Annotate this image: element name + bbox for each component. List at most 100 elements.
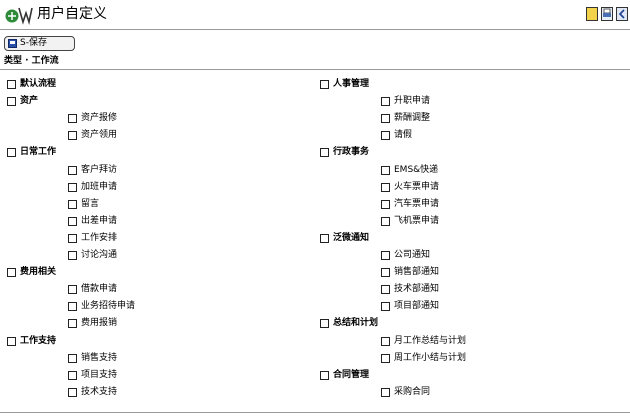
workflow-item[interactable]: 销售部通知 bbox=[381, 266, 439, 278]
workflow-checkbox[interactable] bbox=[68, 250, 77, 260]
workflow-checkbox[interactable] bbox=[381, 216, 390, 226]
footer-divider bbox=[0, 412, 630, 413]
workflow-item[interactable]: 请假 bbox=[381, 129, 412, 141]
category-checkbox[interactable] bbox=[320, 370, 329, 380]
workflow-checkbox[interactable] bbox=[381, 130, 390, 140]
workflow-label: 借款申请 bbox=[81, 284, 118, 294]
workflow-checkbox[interactable] bbox=[381, 353, 390, 363]
category-checkbox[interactable] bbox=[320, 79, 329, 89]
workflow-checkbox[interactable] bbox=[68, 165, 77, 175]
workflow-item[interactable]: 公司通知 bbox=[381, 249, 430, 261]
category-label: 工作支持 bbox=[20, 336, 57, 346]
category-checkbox[interactable] bbox=[7, 267, 16, 277]
category-left-0[interactable]: 默认流程 bbox=[7, 78, 56, 90]
category-label: 泛微通知 bbox=[333, 233, 370, 243]
workflow-label: 请假 bbox=[394, 130, 413, 140]
workflow-checkbox[interactable] bbox=[68, 233, 77, 243]
workflow-item[interactable]: 借款申请 bbox=[68, 283, 117, 295]
category-right-2[interactable]: 泛微通知 bbox=[320, 232, 369, 244]
workflow-item[interactable]: 留言 bbox=[68, 198, 99, 210]
workflow-item[interactable]: 出差申请 bbox=[68, 215, 117, 227]
workflow-item[interactable]: 销售支持 bbox=[68, 352, 117, 364]
workflow-label: 资产报修 bbox=[81, 113, 118, 123]
category-checkbox[interactable] bbox=[7, 147, 16, 157]
workflow-item[interactable]: 汽车票申请 bbox=[381, 198, 439, 210]
category-label: 合同管理 bbox=[333, 370, 370, 380]
back-icon[interactable] bbox=[616, 7, 628, 21]
workflow-checkbox[interactable] bbox=[381, 165, 390, 175]
print-icon[interactable] bbox=[601, 7, 613, 21]
workflow-checkbox[interactable] bbox=[68, 130, 77, 140]
workflow-checkbox[interactable] bbox=[381, 336, 390, 346]
workflow-item[interactable]: 加班申请 bbox=[68, 181, 117, 193]
workflow-checkbox[interactable] bbox=[68, 370, 77, 380]
category-left-3[interactable]: 费用相关 bbox=[7, 266, 56, 278]
workflow-item[interactable]: 资产报修 bbox=[68, 112, 117, 124]
category-right-1[interactable]: 行政事务 bbox=[320, 146, 369, 158]
workflow-checkbox[interactable] bbox=[68, 387, 77, 397]
category-left-1[interactable]: 资产 bbox=[7, 95, 38, 107]
workflow-checkbox[interactable] bbox=[381, 182, 390, 192]
workflow-item[interactable]: 技术部通知 bbox=[381, 283, 439, 295]
workflow-checkbox[interactable] bbox=[68, 284, 77, 294]
workflow-item[interactable]: 薪酬调整 bbox=[381, 112, 430, 124]
category-checkbox[interactable] bbox=[7, 336, 16, 346]
workflow-checkbox[interactable] bbox=[381, 113, 390, 123]
workflow-checkbox[interactable] bbox=[68, 353, 77, 363]
breadcrumb: 类型 · 工作流 bbox=[4, 56, 59, 66]
workflow-checkbox[interactable] bbox=[381, 267, 390, 277]
workflow-item[interactable]: 技术支持 bbox=[68, 386, 117, 398]
category-left-4[interactable]: 工作支持 bbox=[7, 335, 56, 347]
workflow-checkbox[interactable] bbox=[381, 199, 390, 209]
workflow-item[interactable]: 月工作总结与计划 bbox=[381, 335, 466, 347]
workflow-label: EMS&快递 bbox=[394, 165, 439, 175]
workflow-label: 技术支持 bbox=[81, 387, 118, 397]
workflow-item[interactable]: 升职申请 bbox=[381, 95, 430, 107]
category-left-2[interactable]: 日常工作 bbox=[7, 146, 56, 158]
workflow-label: 加班申请 bbox=[81, 182, 118, 192]
category-checkbox[interactable] bbox=[320, 233, 329, 243]
workflow-checkbox[interactable] bbox=[68, 318, 77, 328]
workflow-item[interactable]: 项目部通知 bbox=[381, 300, 439, 312]
category-checkbox[interactable] bbox=[320, 147, 329, 157]
workflow-item[interactable]: 采购合同 bbox=[381, 386, 430, 398]
category-right-0[interactable]: 人事管理 bbox=[320, 78, 369, 90]
category-right-3[interactable]: 总结和计划 bbox=[320, 317, 378, 329]
workflow-item[interactable]: 项目支持 bbox=[68, 369, 117, 381]
workflow-item[interactable]: 飞机票申请 bbox=[381, 215, 439, 227]
category-checkbox[interactable] bbox=[320, 318, 329, 328]
workflow-item[interactable]: EMS&快递 bbox=[381, 164, 438, 176]
workflow-item[interactable]: 周工作小结与计划 bbox=[381, 352, 466, 364]
workflow-label: 公司通知 bbox=[394, 250, 431, 260]
category-checkbox[interactable] bbox=[7, 79, 16, 89]
workflow-item[interactable]: 资产领用 bbox=[68, 129, 117, 141]
folder-icon[interactable] bbox=[586, 7, 598, 21]
category-label: 人事管理 bbox=[333, 79, 370, 89]
workflow-checkbox[interactable] bbox=[68, 113, 77, 123]
workflow-label: 项目部通知 bbox=[394, 301, 440, 311]
workflow-checkbox[interactable] bbox=[381, 250, 390, 260]
category-label: 总结和计划 bbox=[333, 318, 379, 328]
workflow-label: 工作安排 bbox=[81, 233, 118, 243]
workflow-item[interactable]: 业务招待申请 bbox=[68, 300, 135, 312]
workflow-label: 客户拜访 bbox=[81, 165, 118, 175]
workflow-checkbox[interactable] bbox=[381, 301, 390, 311]
workflow-item[interactable]: 工作安排 bbox=[68, 232, 117, 244]
category-checkbox[interactable] bbox=[7, 96, 16, 106]
category-right-4[interactable]: 合同管理 bbox=[320, 369, 369, 381]
workflow-item[interactable]: 火车票申请 bbox=[381, 181, 439, 193]
workflow-checkbox[interactable] bbox=[381, 387, 390, 397]
workflow-checkbox[interactable] bbox=[381, 284, 390, 294]
workflow-item[interactable]: 费用报销 bbox=[68, 317, 117, 329]
workflow-checkbox[interactable] bbox=[68, 182, 77, 192]
save-button[interactable]: S-保存 bbox=[4, 36, 75, 51]
category-label: 资产 bbox=[20, 96, 39, 106]
workflow-label: 薪酬调整 bbox=[394, 113, 431, 123]
workflow-label: 采购合同 bbox=[394, 387, 431, 397]
workflow-item[interactable]: 讨论沟通 bbox=[68, 249, 117, 261]
workflow-checkbox[interactable] bbox=[68, 199, 77, 209]
workflow-checkbox[interactable] bbox=[68, 301, 77, 311]
workflow-checkbox[interactable] bbox=[68, 216, 77, 226]
workflow-checkbox[interactable] bbox=[381, 96, 390, 106]
workflow-item[interactable]: 客户拜访 bbox=[68, 164, 117, 176]
